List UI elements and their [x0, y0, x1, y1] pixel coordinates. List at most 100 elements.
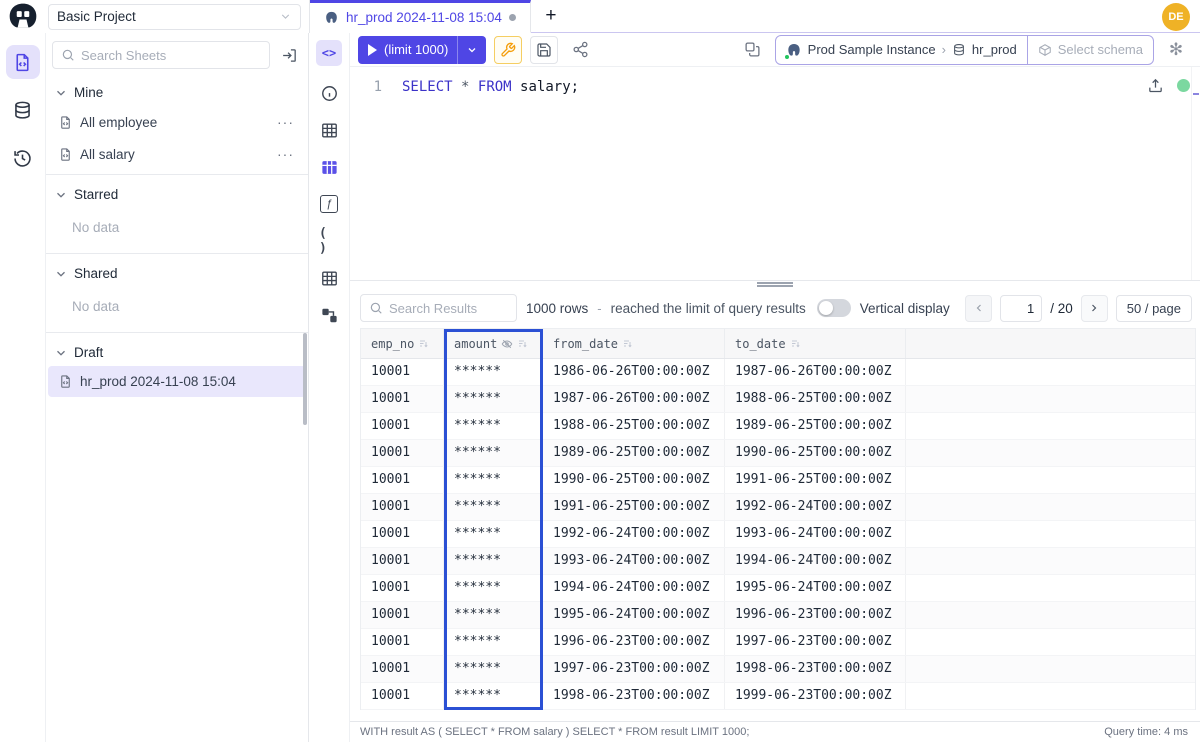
cell-to_date[interactable]: 1994-06-24T00:00:00Z — [725, 548, 906, 574]
schema-diagram-icon[interactable] — [319, 305, 339, 325]
info-icon[interactable] — [319, 83, 339, 103]
page-number-input[interactable] — [1000, 295, 1042, 322]
sql-editor[interactable]: 1 SELECT * FROM salary; — [350, 67, 1200, 280]
resize-grip[interactable] — [757, 282, 793, 287]
new-tab-button[interactable]: + — [531, 0, 571, 32]
export-sheet-button[interactable] — [1147, 77, 1164, 98]
table-row[interactable]: 10001******1993-06-24T00:00:00Z1994-06-2… — [361, 548, 1195, 575]
import-sheet-icon[interactable] — [278, 44, 300, 66]
cell-to_date[interactable]: 1987-06-26T00:00:00Z — [725, 359, 906, 385]
cell-from_date[interactable]: 1991-06-25T00:00:00Z — [543, 494, 725, 520]
editor-minimap[interactable] — [1191, 67, 1200, 280]
cell-emp_no[interactable]: 10001 — [361, 494, 444, 520]
cell-amount[interactable]: ****** — [444, 494, 543, 520]
cell-emp_no[interactable]: 10001 — [361, 575, 444, 601]
cell-to_date[interactable]: 1996-06-23T00:00:00Z — [725, 602, 906, 628]
app-logo-icon[interactable] — [0, 2, 46, 32]
table-row[interactable]: 10001******1990-06-25T00:00:00Z1991-06-2… — [361, 467, 1195, 494]
cell-amount[interactable]: ****** — [444, 683, 543, 709]
cell-to_date[interactable]: 1990-06-25T00:00:00Z — [725, 440, 906, 466]
cell-to_date[interactable]: 1989-06-25T00:00:00Z — [725, 413, 906, 439]
cell-emp_no[interactable]: 10001 — [361, 386, 444, 412]
table-row[interactable]: 10001******1991-06-25T00:00:00Z1992-06-2… — [361, 494, 1195, 521]
cell-emp_no[interactable]: 10001 — [361, 548, 444, 574]
run-query-button[interactable]: (limit 1000) — [358, 36, 486, 64]
parentheses-icon[interactable]: ( ) — [319, 231, 339, 251]
table-row[interactable]: 10001******1996-06-23T00:00:00Z1997-06-2… — [361, 629, 1195, 656]
nav-worksheets-button[interactable] — [6, 45, 40, 79]
panel-scrollbar[interactable] — [303, 333, 307, 425]
prev-page-button[interactable] — [965, 295, 992, 322]
more-actions-icon[interactable]: ··· — [275, 146, 296, 162]
cell-amount[interactable]: ****** — [444, 521, 543, 547]
cell-amount[interactable]: ****** — [444, 440, 543, 466]
column-header-to-date[interactable]: to_date — [725, 329, 906, 358]
section-starred-header[interactable]: Starred — [46, 179, 308, 208]
sheet-item-draft-hr-prod[interactable]: hr_prod 2024-11-08 15:04 — [48, 366, 306, 397]
cell-from_date[interactable]: 1993-06-24T00:00:00Z — [543, 548, 725, 574]
cell-from_date[interactable]: 1990-06-25T00:00:00Z — [543, 467, 725, 493]
instance-database-select[interactable]: Prod Sample Instance › hr_prod — [776, 36, 1027, 64]
project-selector[interactable]: Basic Project — [48, 4, 301, 30]
sheet-item-all-salary[interactable]: All salary ··· — [48, 138, 306, 170]
cell-to_date[interactable]: 1992-06-24T00:00:00Z — [725, 494, 906, 520]
section-draft-header[interactable]: Draft — [46, 337, 308, 366]
section-mine-header[interactable]: Mine — [46, 77, 308, 106]
table-info-icon[interactable] — [319, 120, 339, 140]
table-data-selected-icon[interactable] — [319, 157, 339, 177]
avatar[interactable]: DE — [1162, 3, 1190, 31]
page-size-select[interactable]: 50 / page — [1116, 295, 1192, 322]
next-page-button[interactable] — [1081, 295, 1108, 322]
vertical-display-toggle[interactable] — [817, 299, 851, 317]
cell-from_date[interactable]: 1986-06-26T00:00:00Z — [543, 359, 725, 385]
table-row[interactable]: 10001******1997-06-23T00:00:00Z1998-06-2… — [361, 656, 1195, 683]
cell-emp_no[interactable]: 10001 — [361, 683, 444, 709]
sheet-item-all-employee[interactable]: All employee ··· — [48, 106, 306, 138]
cell-emp_no[interactable]: 10001 — [361, 629, 444, 655]
cell-to_date[interactable]: 1998-06-23T00:00:00Z — [725, 656, 906, 682]
table-row[interactable]: 10001******1992-06-24T00:00:00Z1993-06-2… — [361, 521, 1195, 548]
batch-query-button[interactable] — [739, 36, 767, 64]
more-actions-icon[interactable]: ··· — [275, 114, 296, 130]
column-header-from-date[interactable]: from_date — [543, 329, 725, 358]
table-row[interactable]: 10001******1988-06-25T00:00:00Z1989-06-2… — [361, 413, 1195, 440]
cell-to_date[interactable]: 1995-06-24T00:00:00Z — [725, 575, 906, 601]
table-row[interactable]: 10001******1998-06-23T00:00:00Z1999-06-2… — [361, 683, 1195, 710]
cell-to_date[interactable]: 1993-06-24T00:00:00Z — [725, 521, 906, 547]
cell-emp_no[interactable]: 10001 — [361, 440, 444, 466]
cell-amount[interactable]: ****** — [444, 413, 543, 439]
table-row[interactable]: 10001******1995-06-24T00:00:00Z1996-06-2… — [361, 602, 1195, 629]
cell-from_date[interactable]: 1994-06-24T00:00:00Z — [543, 575, 725, 601]
section-shared-header[interactable]: Shared — [46, 258, 308, 287]
table-row[interactable]: 10001******1989-06-25T00:00:00Z1990-06-2… — [361, 440, 1195, 467]
format-sql-button[interactable] — [494, 36, 522, 64]
cell-amount[interactable]: ****** — [444, 359, 543, 385]
cell-amount[interactable]: ****** — [444, 467, 543, 493]
table-row[interactable]: 10001******1994-06-24T00:00:00Z1995-06-2… — [361, 575, 1195, 602]
ai-assistant-button[interactable]: ✻ — [1162, 36, 1190, 64]
cell-amount[interactable]: ****** — [444, 656, 543, 682]
column-header-amount[interactable]: amount — [444, 329, 543, 358]
cell-from_date[interactable]: 1998-06-23T00:00:00Z — [543, 683, 725, 709]
cell-emp_no[interactable]: 10001 — [361, 656, 444, 682]
cell-amount[interactable]: ****** — [444, 575, 543, 601]
cell-to_date[interactable]: 1999-06-23T00:00:00Z — [725, 683, 906, 709]
cell-emp_no[interactable]: 10001 — [361, 467, 444, 493]
save-sheet-button[interactable] — [530, 36, 558, 64]
editor-code-line[interactable]: SELECT * FROM salary; — [394, 67, 579, 280]
cell-from_date[interactable]: 1995-06-24T00:00:00Z — [543, 602, 725, 628]
cell-to_date[interactable]: 1991-06-25T00:00:00Z — [725, 467, 906, 493]
cell-emp_no[interactable]: 10001 — [361, 413, 444, 439]
nav-history-button[interactable] — [6, 141, 40, 175]
cell-to_date[interactable]: 1997-06-23T00:00:00Z — [725, 629, 906, 655]
column-header-emp-no[interactable]: emp_no — [361, 329, 444, 358]
cell-from_date[interactable]: 1996-06-23T00:00:00Z — [543, 629, 725, 655]
cell-emp_no[interactable]: 10001 — [361, 521, 444, 547]
cell-from_date[interactable]: 1987-06-26T00:00:00Z — [543, 386, 725, 412]
nav-databases-button[interactable] — [6, 93, 40, 127]
cell-from_date[interactable]: 1992-06-24T00:00:00Z — [543, 521, 725, 547]
tab-hr-prod[interactable]: hr_prod 2024-11-08 15:04 — [310, 0, 531, 33]
table-row[interactable]: 10001******1986-06-26T00:00:00Z1987-06-2… — [361, 359, 1195, 386]
schema-select[interactable]: Select schema — [1027, 36, 1153, 64]
cell-amount[interactable]: ****** — [444, 629, 543, 655]
